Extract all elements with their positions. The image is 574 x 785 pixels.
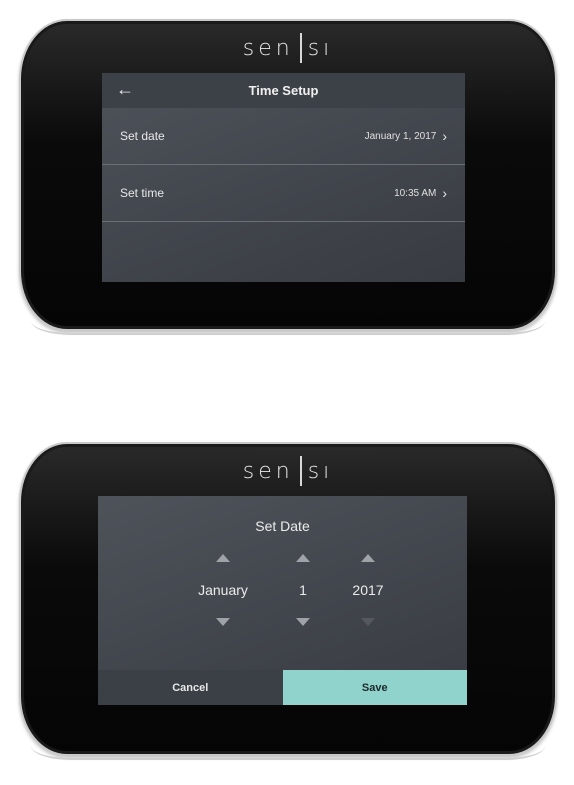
thermostat-device-time-setup: sen sı ← Time Setup Set date January 1, … — [19, 19, 557, 335]
logo-left-text: sen — [242, 35, 294, 61]
logo-left-text: sen — [242, 458, 294, 484]
month-picker: January — [178, 554, 268, 626]
logo-divider — [299, 456, 302, 486]
year-down-arrow-icon[interactable] — [361, 618, 375, 626]
month-down-arrow-icon[interactable] — [216, 618, 230, 626]
sensi-logo: sen sı — [21, 456, 555, 486]
set-date-screen: Set Date January 1 2017 Cancel Save — [98, 496, 467, 705]
year-value: 2017 — [352, 582, 384, 598]
sensi-logo: sen sı — [21, 33, 555, 63]
cancel-button[interactable]: Cancel — [98, 670, 283, 705]
month-up-arrow-icon[interactable] — [216, 554, 230, 562]
set-date-label: Set date — [120, 129, 165, 143]
year-picker: 2017 — [323, 554, 413, 626]
day-up-arrow-icon[interactable] — [296, 554, 310, 562]
set-date-title: Set Date — [255, 518, 310, 534]
set-date-row[interactable]: Set date January 1, 2017 › — [102, 108, 465, 165]
back-arrow-icon[interactable]: ← — [116, 79, 134, 100]
page-title: Time Setup — [248, 83, 319, 98]
action-bar: Cancel Save — [98, 670, 467, 705]
year-up-arrow-icon[interactable] — [361, 554, 375, 562]
set-time-row[interactable]: Set time 10:35 AM › — [102, 165, 465, 222]
save-button[interactable]: Save — [282, 670, 467, 705]
month-value: January — [198, 582, 248, 598]
set-time-label: Set time — [120, 186, 165, 200]
day-down-arrow-icon[interactable] — [296, 618, 310, 626]
logo-divider — [299, 33, 302, 63]
time-setup-screen: ← Time Setup Set date January 1, 2017 › … — [102, 73, 465, 282]
title-bar: ← Time Setup — [102, 73, 465, 108]
logo-right-text: sı — [307, 458, 334, 484]
thermostat-device-set-date: sen sı Set Date January 1 2017 Cancel Sa… — [19, 442, 557, 760]
set-date-value: January 1, 2017 — [364, 130, 437, 142]
chevron-right-icon: › — [442, 128, 447, 144]
set-time-value: 10:35 AM — [394, 187, 437, 199]
logo-right-text: sı — [307, 35, 334, 61]
chevron-right-icon: › — [442, 185, 447, 201]
